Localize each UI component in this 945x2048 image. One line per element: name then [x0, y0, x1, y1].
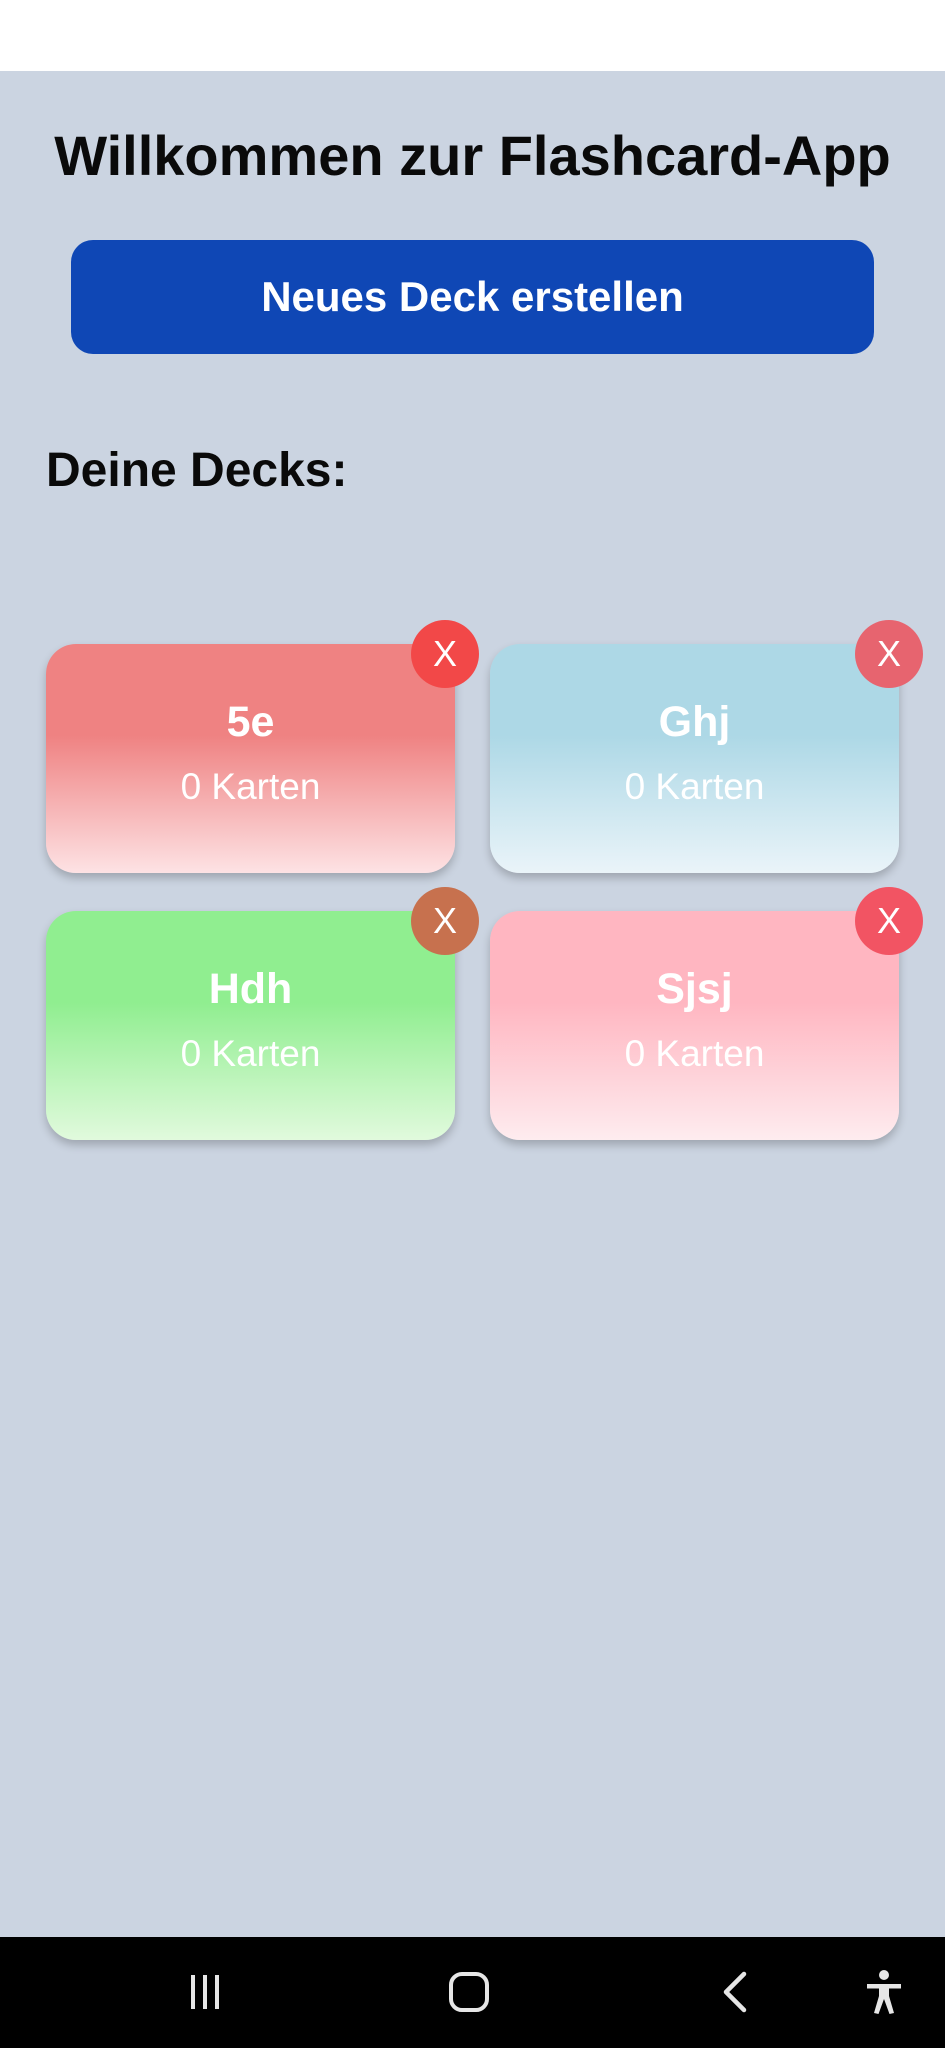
deck-card-count: 0 Karten: [180, 1033, 321, 1074]
deck-name: 5e: [226, 698, 275, 746]
delete-deck-button[interactable]: X: [411, 620, 479, 688]
deck-card[interactable]: Sjsj 0 Karten X: [490, 887, 923, 1140]
deck-card-count: 0 Karten: [180, 766, 321, 807]
recent-apps-icon[interactable]: [170, 1957, 240, 2027]
back-icon[interactable]: [700, 1957, 770, 2027]
deck-name: Sjsj: [656, 965, 733, 1013]
delete-deck-button[interactable]: X: [855, 620, 923, 688]
deck-card-count: 0 Karten: [624, 1033, 765, 1074]
system-nav-bar: [0, 1937, 945, 2048]
deck-name: Hdh: [208, 965, 293, 1013]
page-title: Willkommen zur Flashcard-App: [54, 124, 891, 187]
accessibility-icon[interactable]: [849, 1957, 919, 2027]
status-bar: [0, 0, 945, 71]
deck-card[interactable]: Ghj 0 Karten X: [490, 620, 923, 873]
delete-deck-button[interactable]: X: [411, 887, 479, 955]
deck-name: Ghj: [658, 698, 731, 746]
new-deck-button[interactable]: Neues Deck erstellen: [71, 240, 874, 354]
decks-heading: Deine Decks:: [46, 444, 348, 497]
delete-deck-button[interactable]: X: [855, 887, 923, 955]
home-icon[interactable]: [434, 1957, 504, 2027]
deck-card[interactable]: 5e 0 Karten X: [46, 620, 479, 873]
deck-card-count: 0 Karten: [624, 766, 765, 807]
deck-card[interactable]: Hdh 0 Karten X: [46, 887, 479, 1140]
